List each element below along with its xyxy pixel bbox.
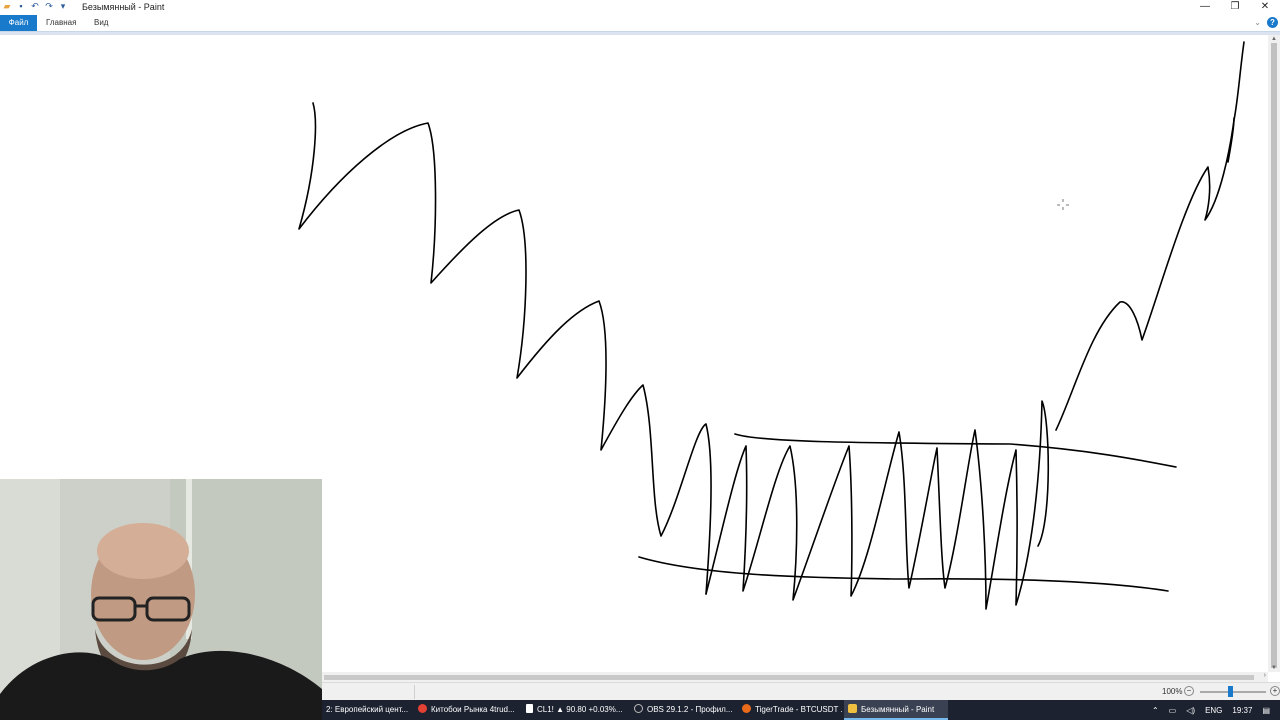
horizontal-scrollbar[interactable]: › — [322, 672, 1268, 682]
ribbon-tabs: Файл Главная Вид ⌄ ? — [0, 15, 1280, 31]
undo-icon[interactable]: ↶ — [30, 1, 40, 12]
taskbar-item-european-center[interactable]: 2: Европейский цент... — [322, 700, 410, 720]
qat-dropdown-icon[interactable]: ▾ — [58, 1, 68, 12]
drawn-stroke-breakout — [1055, 41, 1245, 431]
taskbar-item-tigertrade[interactable]: TigerTrade - BTCUSDT ... — [738, 700, 842, 720]
tray-chevron-icon[interactable]: ⌃ — [1152, 706, 1159, 715]
taskbar-item-label: Безымянный - Paint — [861, 705, 935, 714]
taskbar-item-label: Китобои Рынка 4trud... — [431, 705, 515, 714]
taskbar: 2: Европейский цент... Китобои Рынка 4tr… — [322, 700, 1280, 720]
taskbar-item-label: 2: Европейский цент... — [326, 705, 409, 714]
taskbar-item-label: CL1! ▲ 90.80 +0.03%... — [537, 705, 623, 714]
window-controls: — ❐ ✕ — [1190, 0, 1280, 15]
help-icon[interactable]: ? — [1267, 17, 1278, 28]
zoom-slider[interactable] — [1200, 691, 1266, 693]
vertical-scrollbar[interactable]: ▲ ▼ — [1268, 35, 1280, 672]
taskbar-item-label: TigerTrade - BTCUSDT ... — [755, 705, 842, 714]
vertical-scroll-thumb[interactable] — [1271, 43, 1277, 668]
drawn-stroke-breakout-tick — [1227, 117, 1235, 163]
restore-button[interactable]: ❐ — [1220, 0, 1250, 15]
status-bar: 100% − + — [322, 682, 1280, 700]
paint-window: ▰ ▪ ↶ ↷ ▾ Безымянный - Paint — ❐ ✕ Файл … — [0, 0, 1280, 720]
tab-view[interactable]: Вид — [85, 15, 117, 31]
zoom-slider-thumb[interactable] — [1228, 686, 1233, 697]
obs-icon — [634, 704, 643, 713]
paint-icon — [848, 704, 857, 713]
zoom-level: 100% — [1162, 687, 1183, 696]
drawn-stroke-range — [705, 400, 1050, 610]
taskbar-item-paint[interactable]: Безымянный - Paint — [844, 700, 948, 720]
zoom-out-button[interactable]: − — [1184, 686, 1194, 696]
tradingview-icon — [526, 704, 533, 713]
webcam-overlay — [0, 479, 322, 720]
tigertrade-icon — [742, 704, 751, 713]
clock[interactable]: 19:37 — [1232, 706, 1252, 715]
zoom-in-button[interactable]: + — [1270, 686, 1280, 696]
title-bar: ▰ ▪ ↶ ↷ ▾ Безымянный - Paint — ❐ ✕ — [0, 0, 1280, 15]
status-separator — [414, 685, 415, 699]
network-icon[interactable]: ▭ — [1169, 706, 1177, 715]
quick-access-toolbar: ▰ ▪ ↶ ↷ ▾ — [2, 1, 68, 12]
chrome-icon — [418, 704, 427, 713]
window-title: Безымянный - Paint — [82, 2, 165, 12]
crosshair-icon — [1057, 199, 1069, 210]
taskbar-item-chrome[interactable]: Китобои Рынка 4trud... — [414, 700, 518, 720]
drawn-stroke-range-bottom — [638, 556, 1169, 592]
volume-icon[interactable]: ◁) — [1186, 706, 1195, 715]
language-indicator[interactable]: ENG — [1205, 706, 1222, 715]
ribbon-right-controls: ⌄ ? — [1254, 17, 1278, 28]
taskbar-item-tradingview[interactable]: CL1! ▲ 90.80 +0.03%... — [522, 700, 626, 720]
scroll-right-icon[interactable]: › — [1264, 672, 1266, 679]
ribbon-collapse-icon[interactable]: ⌄ — [1254, 18, 1261, 27]
taskbar-item-obs[interactable]: OBS 29.1.2 - Профил... — [630, 700, 734, 720]
webcam-person-image — [0, 479, 322, 720]
tab-home[interactable]: Главная — [37, 15, 85, 31]
drawn-stroke-range-top — [734, 433, 1177, 468]
drawn-stroke-descending — [298, 102, 712, 595]
taskbar-item-label: OBS 29.1.2 - Профил... — [647, 705, 733, 714]
paint-app-icon: ▰ — [3, 1, 11, 11]
horizontal-scroll-thumb[interactable] — [324, 675, 1254, 680]
redo-icon[interactable]: ↷ — [44, 1, 54, 12]
save-icon[interactable]: ▪ — [16, 1, 26, 12]
tab-file[interactable]: Файл — [0, 15, 37, 31]
minimize-button[interactable]: — — [1190, 0, 1220, 15]
scroll-down-icon[interactable]: ▼ — [1268, 664, 1280, 672]
system-tray: ⌃ ▭ ◁) ENG 19:37 ▤ — [1152, 700, 1280, 720]
notification-icon[interactable]: ▤ — [1262, 706, 1270, 715]
close-button[interactable]: ✕ — [1250, 0, 1280, 15]
scroll-up-icon[interactable]: ▲ — [1268, 35, 1280, 43]
